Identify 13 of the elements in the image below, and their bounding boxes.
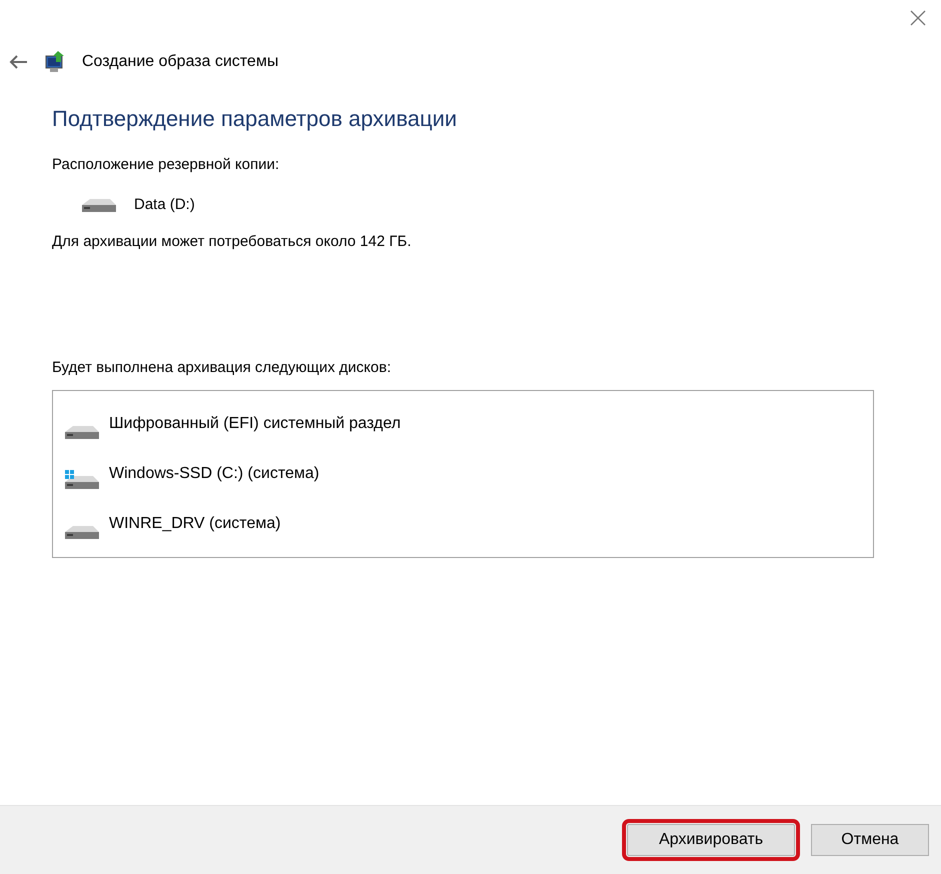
- page-heading: Подтверждение параметров архивации: [52, 106, 458, 132]
- disk-name: Шифрованный (EFI) системный раздел: [109, 415, 401, 433]
- drive-name: Data (D:): [134, 196, 195, 212]
- close-icon[interactable]: [910, 10, 926, 26]
- back-arrow-icon[interactable]: [8, 54, 28, 70]
- window-title: Создание образа системы: [82, 53, 278, 71]
- disk-name: WINRE_DRV (система): [109, 515, 281, 533]
- location-label: Расположение резервной копии:: [52, 156, 280, 173]
- cancel-button[interactable]: Отмена: [811, 824, 929, 856]
- disks-label: Будет выполнена архивация следующих дисков:: [52, 359, 392, 376]
- windows-drive-icon: [63, 470, 101, 492]
- disk-name: Windows-SSD (C:) (система): [109, 465, 320, 483]
- space-note: Для архивации может потребоваться около 142 ГБ.: [52, 233, 412, 250]
